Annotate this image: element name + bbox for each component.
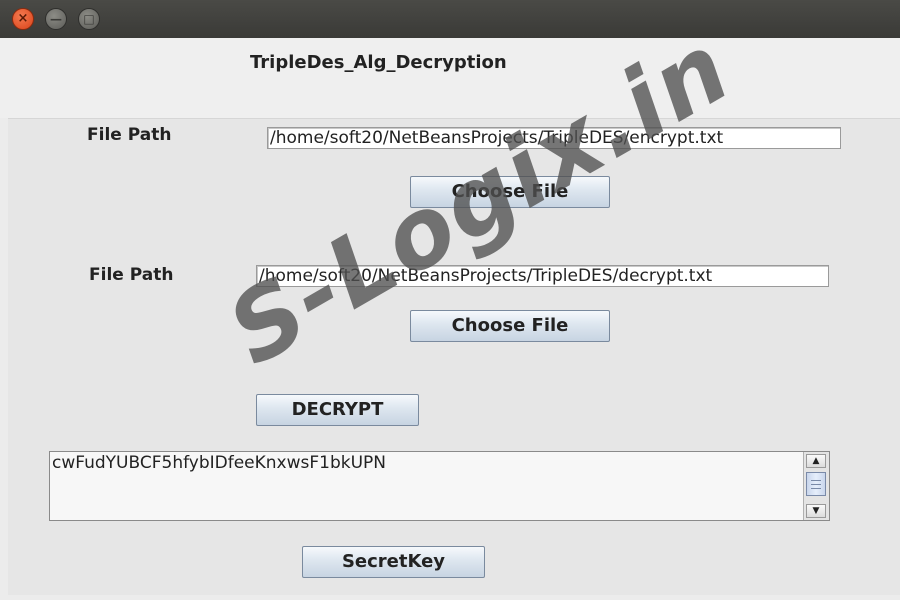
thumb-grip-line <box>811 480 821 481</box>
thumb-grip-line <box>811 484 821 485</box>
output-text: cwFudYUBCF5hfybIDfeeKnxwsF1bkUPN <box>52 453 387 473</box>
encrypt-file-path-label: File Path <box>87 125 172 145</box>
window-minimize-button[interactable]: — <box>45 8 67 30</box>
encrypt-file-path-input[interactable]: /home/soft20/NetBeansProjects/TripleDES/… <box>267 127 841 149</box>
close-icon: × <box>17 11 29 26</box>
window-close-button[interactable]: × <box>12 8 34 30</box>
page-title: TripleDes_Alg_Decryption <box>250 52 507 73</box>
secret-key-button[interactable]: SecretKey <box>302 546 485 578</box>
decrypt-file-path-input[interactable]: /home/soft20/NetBeansProjects/TripleDES/… <box>256 265 829 287</box>
decrypt-file-path-label: File Path <box>89 265 174 285</box>
output-text-area[interactable]: cwFudYUBCF5hfybIDfeeKnxwsF1bkUPN ▲ ▼ <box>49 451 830 521</box>
decrypt-file-path-value: /home/soft20/NetBeansProjects/TripleDES/… <box>259 266 713 286</box>
header-area <box>0 38 900 118</box>
decrypt-choose-file-button[interactable]: Choose File <box>410 310 610 342</box>
app-window: × — □ TripleDes_Alg_Decryption File Path… <box>0 0 900 600</box>
window-maximize-button[interactable]: □ <box>78 8 100 30</box>
scroll-thumb[interactable] <box>806 472 826 496</box>
maximize-icon: □ <box>83 12 95 26</box>
scroll-down-icon[interactable]: ▼ <box>806 504 826 518</box>
encrypt-choose-file-button[interactable]: Choose File <box>410 176 610 208</box>
minimize-icon: — <box>50 12 62 26</box>
encrypt-file-path-value: /home/soft20/NetBeansProjects/TripleDES/… <box>270 128 724 148</box>
title-bar: × — □ <box>0 0 900 38</box>
scroll-up-icon[interactable]: ▲ <box>806 454 826 468</box>
decrypt-button[interactable]: DECRYPT <box>256 394 419 426</box>
output-scrollbar[interactable]: ▲ ▼ <box>803 452 829 520</box>
thumb-grip-line <box>811 488 821 489</box>
